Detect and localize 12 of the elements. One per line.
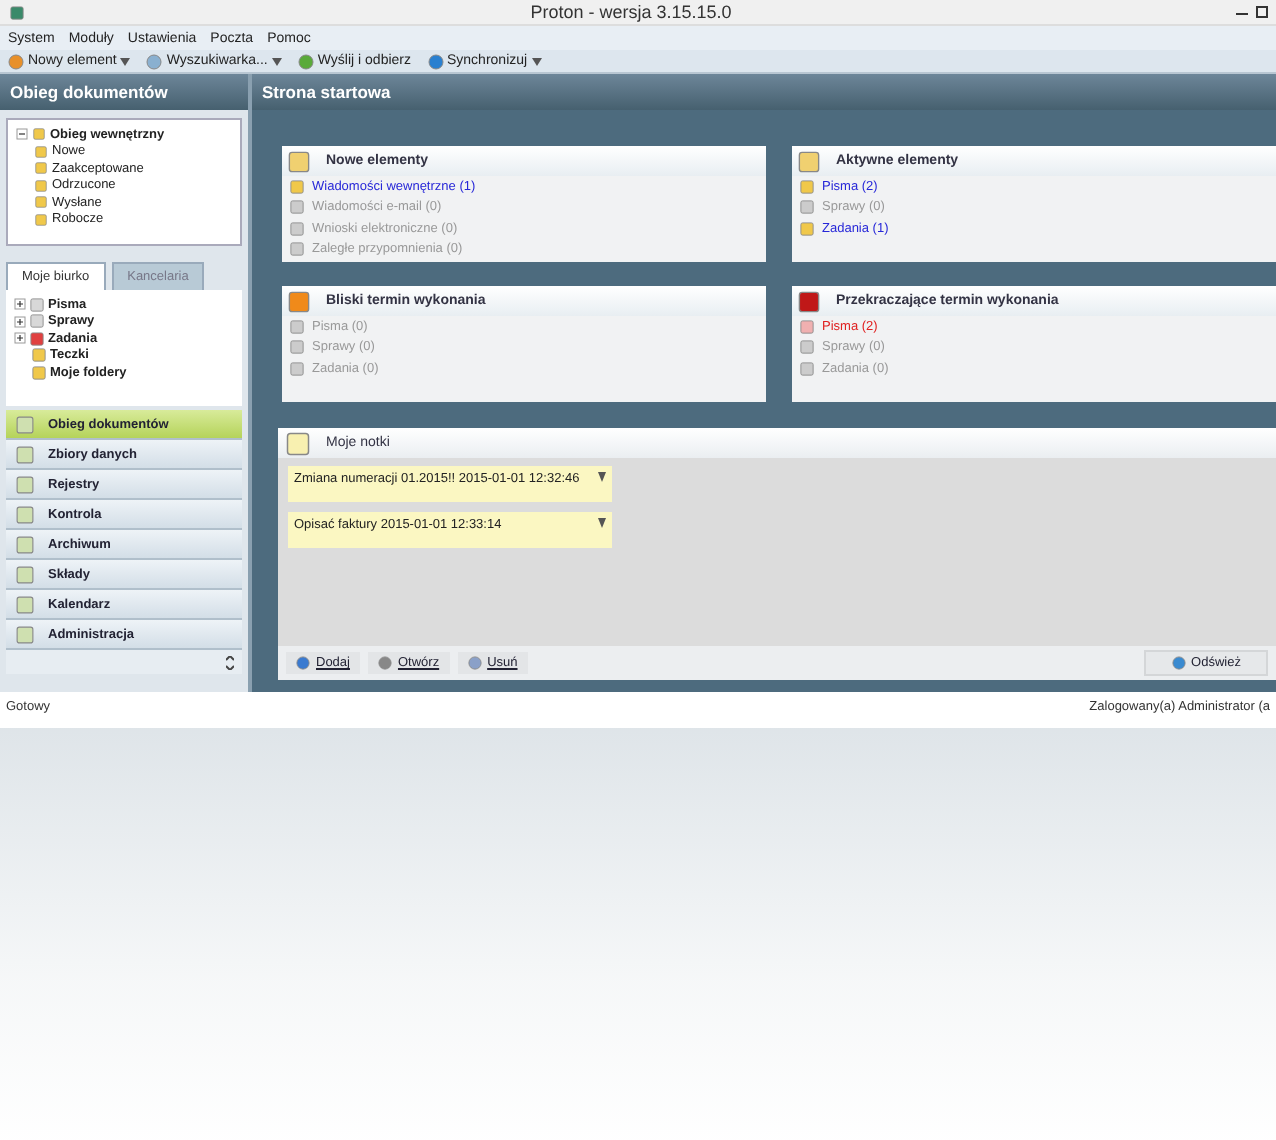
caret-icon xyxy=(120,57,131,65)
caret-icon xyxy=(531,57,542,65)
main-header: Strona startowa xyxy=(252,74,1276,110)
expand-icon[interactable] xyxy=(14,315,26,328)
expand-icon[interactable] xyxy=(14,332,26,345)
caret-icon xyxy=(271,57,282,65)
sidebar-header: Obieg dokumentów xyxy=(0,74,248,110)
collapse-icon[interactable] xyxy=(16,128,28,141)
restore-icon[interactable] xyxy=(1256,6,1268,18)
more-icon[interactable] xyxy=(226,655,234,669)
expand-icon[interactable] xyxy=(14,298,26,311)
window-title: Proton - wersja 3.15.15.0 xyxy=(530,2,732,22)
